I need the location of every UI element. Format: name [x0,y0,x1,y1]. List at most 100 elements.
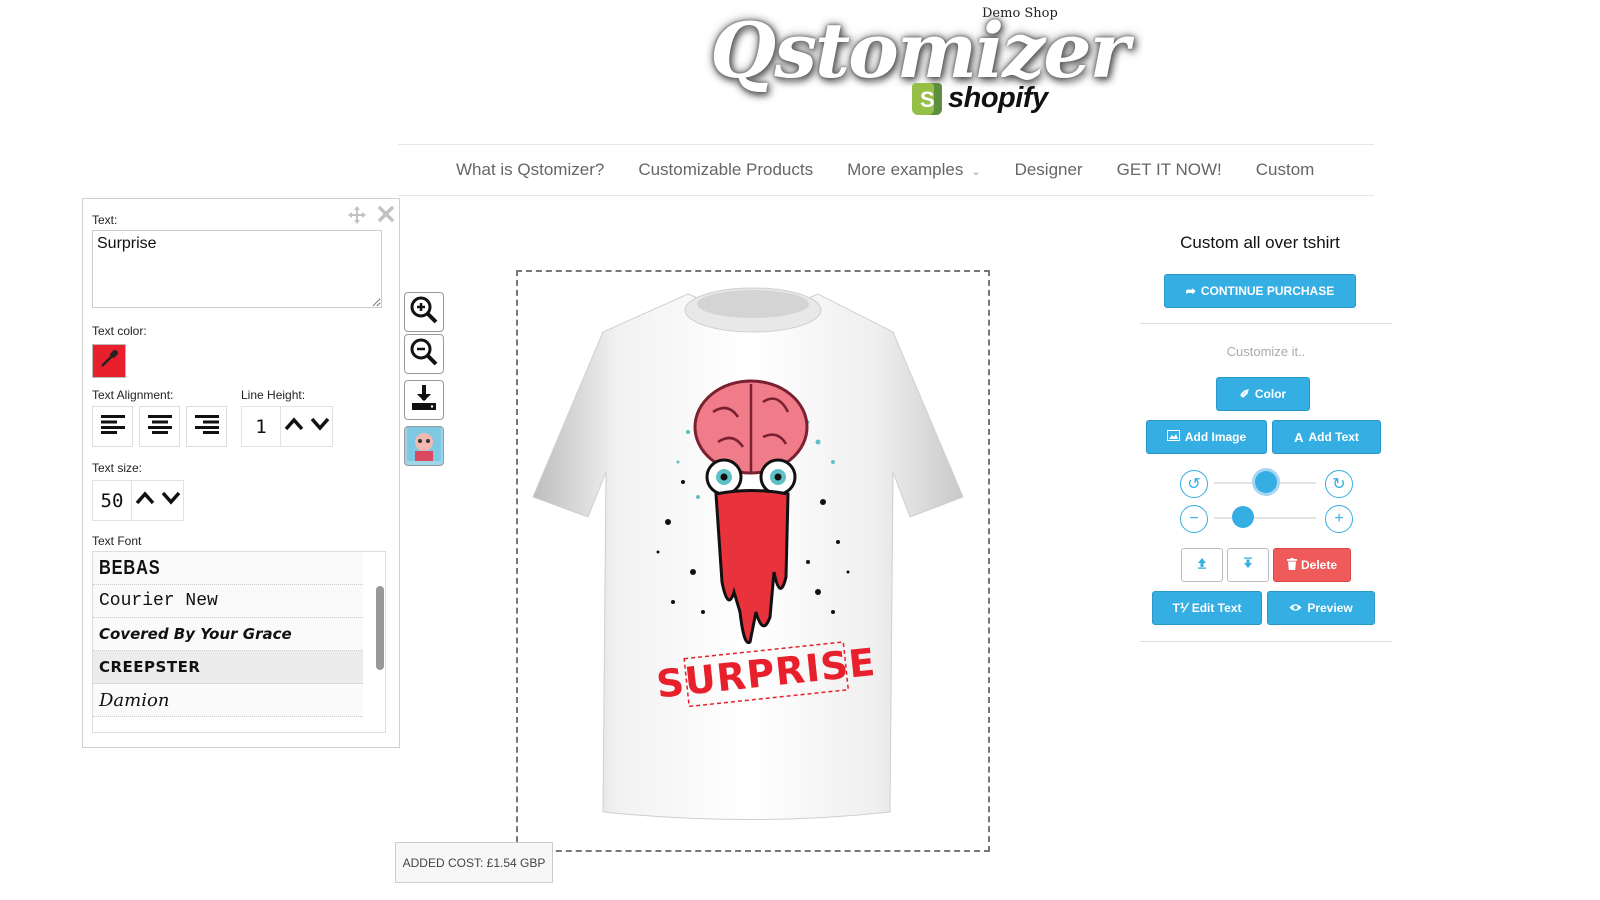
eye-icon [1289,601,1302,615]
rotate-slider-handle[interactable] [1255,471,1277,493]
zoom-out-icon [409,337,439,372]
preview-label: Preview [1307,601,1353,615]
scale-up-button[interactable]: + [1325,505,1353,533]
add-image-button[interactable]: Add Image [1146,420,1267,454]
nav-custom[interactable]: Custom [1256,160,1315,180]
zoom-in-icon [409,295,439,330]
shopify-logo: S shopify [912,82,1048,115]
preview-button[interactable]: Preview [1267,591,1375,625]
font-option-label: Covered By Your Grace [99,625,292,643]
scale-slider-track[interactable] [1214,517,1316,519]
align-left-button[interactable] [92,406,133,447]
delete-button[interactable]: Delete [1273,548,1351,582]
zoom-in-button[interactable] [404,292,444,332]
text-input[interactable]: Surprise [92,230,382,308]
brush-icon: ✐ [1239,387,1250,401]
font-option-creepster[interactable]: CREEPSTER [93,651,363,684]
continue-purchase-button[interactable]: ➦ CONTINUE PURCHASE [1164,274,1356,308]
align-right-button[interactable] [186,406,227,447]
font-option-label: CREEPSTER [99,658,201,676]
edit-text-label: Edit Text [1191,601,1242,615]
alignment-label: Text Alignment: [92,388,174,402]
font-list-scrollbar[interactable] [376,586,384,670]
trash-icon [1286,557,1297,573]
color-button-label: Color [1254,387,1287,401]
logo-demo-label: Demo Shop [982,6,1058,21]
line-height-up-button[interactable] [281,406,307,447]
font-list[interactable]: BEBAS Courier New Covered By Your Grace … [92,551,386,733]
rotate-right-icon: ↻ [1332,476,1346,493]
text-icon: A [1294,429,1304,445]
added-cost-label: ADDED COST: £1.54 GBP [395,842,553,883]
layer-up-button[interactable] [1181,548,1223,582]
layer-down-icon [1242,556,1254,574]
share-icon: ➦ [1185,284,1196,298]
shopify-wordmark: shopify [948,82,1048,114]
tshirt-preview: SURPRISE [532,287,964,820]
font-option-covered-by-your-grace[interactable]: Covered By Your Grace [93,618,363,651]
text-editor-panel: Text: Surprise Text color: Text Alignmen… [82,198,400,748]
eyedropper-icon [98,348,120,375]
font-option-damion[interactable]: Damion [93,684,363,717]
nav-more-examples[interactable]: More examples ⌄ [847,160,980,180]
add-text-label: Add Text [1308,430,1359,444]
text-color-picker[interactable] [92,344,126,378]
font-option-label: Courier New [99,591,218,611]
scale-slider-handle[interactable] [1232,506,1254,528]
move-icon[interactable] [347,205,367,231]
add-image-label: Add Image [1184,430,1247,444]
scale-down-button[interactable]: − [1180,505,1208,533]
color-button[interactable]: ✐ Color [1216,377,1310,411]
align-center-button[interactable] [139,406,180,447]
rotate-left-icon: ↺ [1187,476,1201,493]
text-size-down-button[interactable] [158,480,184,521]
avatar-button[interactable] [404,426,444,466]
plus-icon: + [1334,510,1344,527]
nav-designer[interactable]: Designer [1015,160,1083,180]
download-button[interactable] [404,380,444,420]
layer-down-button[interactable] [1227,548,1269,582]
line-height-value[interactable]: 1 [241,406,281,447]
avatar-icon [407,426,441,466]
main-nav: What is Qstomizer? Customizable Products… [398,144,1374,196]
chevron-down-icon [310,417,330,436]
design-canvas[interactable]: SURPRISE [516,270,990,852]
delete-label: Delete [1300,558,1338,572]
line-height-down-button[interactable] [307,406,333,447]
add-text-button[interactable]: A Add Text [1272,420,1381,454]
continue-purchase-label: CONTINUE PURCHASE [1200,284,1335,298]
font-option-bebas[interactable]: BEBAS [93,552,363,585]
text-label: Text: [92,213,118,227]
shopify-bag-icon: S [912,82,942,115]
chevron-up-icon [284,417,304,436]
close-icon[interactable] [377,205,395,231]
product-title: Custom all over tshirt [1180,233,1340,252]
text-icon: T⅟ [1172,601,1187,615]
layer-up-icon [1196,556,1208,574]
chevron-up-icon [135,491,155,510]
image-icon [1166,430,1180,444]
text-size-stepper: 50 [92,480,184,521]
site-logo[interactable]: Qstomizer Demo Shop S shopify [700,0,1130,135]
align-right-icon [194,413,220,440]
font-option-label: Damion [99,689,170,711]
nav-more-examples-label: More examples [847,160,964,179]
line-height-label: Line Height: [241,388,306,402]
rotate-right-button[interactable]: ↻ [1325,470,1353,498]
nav-get-it-now[interactable]: GET IT NOW! [1117,160,1222,180]
edit-text-button[interactable]: T⅟ Edit Text [1152,591,1262,625]
text-size-value[interactable]: 50 [92,480,132,521]
zoom-out-button[interactable] [404,334,444,374]
align-center-icon [147,413,173,440]
download-icon [409,383,439,418]
text-size-label: Text size: [92,461,143,475]
rotate-left-button[interactable]: ↺ [1180,470,1208,498]
text-color-label: Text color: [92,324,147,338]
font-option-courier-new[interactable]: Courier New [93,585,363,618]
nav-what-is[interactable]: What is Qstomizer? [456,160,604,180]
text-size-up-button[interactable] [132,480,158,521]
nav-customizable-products[interactable]: Customizable Products [638,160,813,180]
font-label: Text Font [92,534,142,548]
align-left-icon [100,413,126,440]
chevron-down-icon: ⌄ [971,166,981,178]
